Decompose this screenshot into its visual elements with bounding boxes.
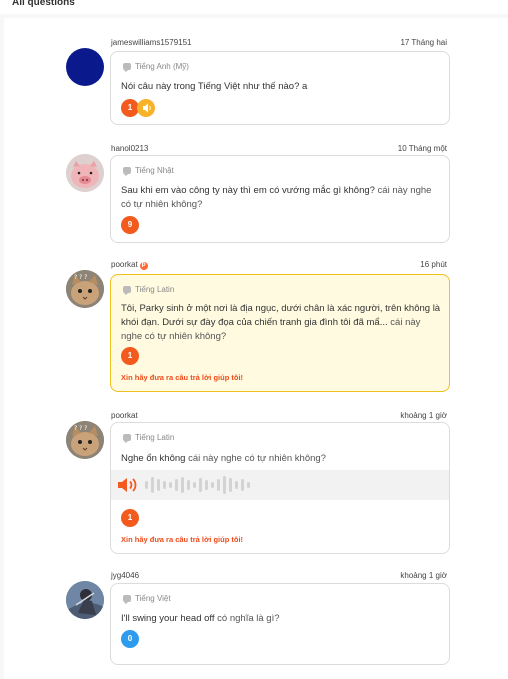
pro-badge: P xyxy=(139,262,148,270)
page-title: All questions xyxy=(12,0,75,8)
question-card[interactable]: Tiếng Nhật Sau khi em vào công ty này th… xyxy=(110,155,450,243)
svg-text:? ? ?: ? ? ? xyxy=(74,425,87,432)
timestamp: 10 Tháng một xyxy=(397,144,447,153)
language-tag: Tiếng Latin xyxy=(123,285,174,295)
question-card[interactable]: Tiếng Latin Tôi, Parky sinh ở một nơi là… xyxy=(110,274,450,392)
question-text: Nghe ổn không cái này nghe có tự nhiên k… xyxy=(121,453,326,464)
help-request-text: Xin hãy đưa ra câu trả lời giúp tôi! xyxy=(121,535,244,544)
language-tag: Tiếng Nhật xyxy=(123,166,174,176)
question-text: I'll swing your head off có nghĩa là gì? xyxy=(121,613,280,624)
answer-count-badge: 9 xyxy=(121,216,139,234)
language-tag: Tiếng Việt xyxy=(123,594,171,604)
timestamp: khoảng 1 giờ xyxy=(400,571,447,580)
avatar[interactable]: ? ? ? xyxy=(66,421,104,459)
avatar[interactable] xyxy=(66,154,104,192)
speech-bubble-icon xyxy=(123,63,131,72)
timestamp: khoảng 1 giờ xyxy=(400,411,447,420)
speech-bubble-icon xyxy=(123,595,131,604)
username[interactable]: jameswilliams1579151 xyxy=(111,38,191,47)
language-tag: Tiếng Anh (Mỹ) xyxy=(123,62,189,72)
speech-bubble-icon xyxy=(123,167,131,176)
username[interactable]: poorkat P xyxy=(111,260,148,270)
username[interactable]: poorkat xyxy=(111,411,138,420)
answer-count-badge: 1 xyxy=(121,509,139,527)
speaker-icon[interactable] xyxy=(117,477,139,498)
question-text: Nói câu này trong Tiếng Việt như thế nào… xyxy=(121,81,308,92)
language-tag: Tiếng Latin xyxy=(123,433,174,443)
audio-player[interactable] xyxy=(111,470,449,500)
question-card[interactable]: Tiếng Việt I'll swing your head off có n… xyxy=(110,583,450,665)
answer-count-badge: 1 xyxy=(121,347,139,365)
avatar[interactable]: ? ? ? xyxy=(66,270,104,308)
page-header: All questions xyxy=(0,0,508,14)
question-text: Sau khi em vào công ty này thì em có vướ… xyxy=(121,185,432,210)
timestamp: 16 phút xyxy=(420,260,447,269)
svg-text:? ? ?: ? ? ? xyxy=(74,274,87,281)
avatar[interactable] xyxy=(66,48,104,86)
username[interactable]: jyg4046 xyxy=(111,571,139,580)
speech-bubble-icon xyxy=(123,434,131,443)
question-card[interactable]: Tiếng Latin Nghe ổn không cái này nghe c… xyxy=(110,422,450,554)
help-request-text: Xin hãy đưa ra câu trả lời giúp tôi! xyxy=(121,373,244,382)
speaker-icon xyxy=(137,99,155,117)
questions-list: jameswilliams1579151 17 Tháng hai Tiếng … xyxy=(4,18,508,679)
username[interactable]: hanol0213 xyxy=(111,144,148,153)
answer-count-badge: 0 xyxy=(121,630,139,648)
question-card[interactable]: Tiếng Anh (Mỹ) Nói câu này trong Tiếng V… xyxy=(110,51,450,125)
question-text: Tôi, Parky sinh ở một nơi là địa ngục, d… xyxy=(121,303,441,342)
timestamp: 17 Tháng hai xyxy=(400,38,447,47)
avatar[interactable] xyxy=(66,581,104,619)
speech-bubble-icon xyxy=(123,286,131,295)
